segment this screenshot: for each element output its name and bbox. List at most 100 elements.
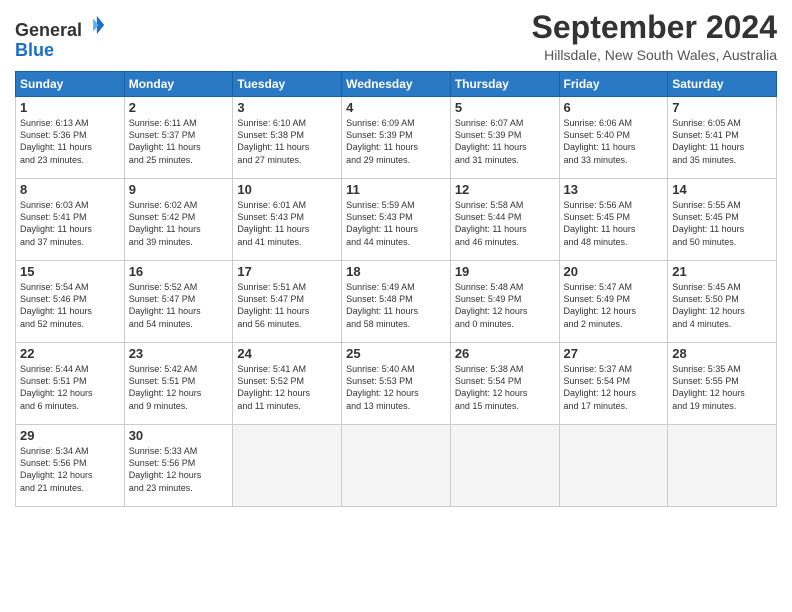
table-cell: 19 Sunrise: 5:48 AMSunset: 5:49 PMDayligh…: [450, 261, 559, 343]
table-cell: 27 Sunrise: 5:37 AMSunset: 5:54 PMDayligh…: [559, 343, 668, 425]
table-cell: 13 Sunrise: 5:56 AMSunset: 5:45 PMDayligh…: [559, 179, 668, 261]
table-row: 1 Sunrise: 6:13 AMSunset: 5:36 PMDaylight…: [16, 97, 777, 179]
day-number: 24: [237, 346, 337, 361]
cell-info: Sunrise: 5:42 AMSunset: 5:51 PMDaylight:…: [129, 364, 202, 410]
day-number: 23: [129, 346, 229, 361]
table-cell: 25Sunrise: 5:40 AMSunset: 5:53 PMDayligh…: [342, 343, 451, 425]
table-cell: 5Sunrise: 6:07 AMSunset: 5:39 PMDaylight…: [450, 97, 559, 179]
table-cell: 23 Sunrise: 5:42 AMSunset: 5:51 PMDayligh…: [124, 343, 233, 425]
day-number: 11: [346, 182, 446, 197]
cell-info: Sunrise: 5:34 AMSunset: 5:56 PMDaylight:…: [20, 446, 93, 492]
day-number: 29: [20, 428, 120, 443]
col-wednesday: Wednesday: [342, 72, 451, 97]
cell-info: Sunrise: 5:48 AMSunset: 5:49 PMDaylight:…: [455, 282, 528, 328]
cell-info: Sunrise: 5:47 AMSunset: 5:49 PMDaylight:…: [564, 282, 637, 328]
table-cell: 4 Sunrise: 6:09 AMSunset: 5:39 PMDaylight…: [342, 97, 451, 179]
day-number: 2: [129, 100, 229, 115]
col-saturday: Saturday: [668, 72, 777, 97]
table-cell: 12 Sunrise: 5:58 AMSunset: 5:44 PMDayligh…: [450, 179, 559, 261]
cell-info: Sunrise: 5:56 AMSunset: 5:45 PMDaylight:…: [564, 200, 636, 246]
cell-info: Sunrise: 5:37 AMSunset: 5:54 PMDaylight:…: [564, 364, 637, 410]
cell-info: Sunrise: 5:41 AMSunset: 5:52 PMDaylight:…: [237, 364, 310, 410]
table-cell: 8 Sunrise: 6:03 AMSunset: 5:41 PMDaylight…: [16, 179, 125, 261]
day-number: 6: [564, 100, 664, 115]
day-number: 3: [237, 100, 337, 115]
day-number: 16: [129, 264, 229, 279]
table-cell: 17Sunrise: 5:51 AMSunset: 5:47 PMDayligh…: [233, 261, 342, 343]
cell-info: Sunrise: 5:33 AMSunset: 5:56 PMDaylight:…: [129, 446, 202, 492]
cell-info: Sunrise: 6:05 AMSunset: 5:41 PMDaylight:…: [672, 118, 744, 164]
table-cell: 30 Sunrise: 5:33 AMSunset: 5:56 PMDayligh…: [124, 425, 233, 507]
day-number: 21: [672, 264, 772, 279]
day-number: 19: [455, 264, 555, 279]
day-number: 22: [20, 346, 120, 361]
table-cell: 3Sunrise: 6:10 AMSunset: 5:38 PMDaylight…: [233, 97, 342, 179]
table-row: 29 Sunrise: 5:34 AMSunset: 5:56 PMDayligh…: [16, 425, 777, 507]
day-number: 8: [20, 182, 120, 197]
day-number: 7: [672, 100, 772, 115]
day-number: 18: [346, 264, 446, 279]
table-cell: 20 Sunrise: 5:47 AMSunset: 5:49 PMDayligh…: [559, 261, 668, 343]
cell-info: Sunrise: 5:52 AMSunset: 5:47 PMDaylight:…: [129, 282, 201, 328]
day-number: 12: [455, 182, 555, 197]
table-cell: [559, 425, 668, 507]
table-cell: [668, 425, 777, 507]
table-cell: 11 Sunrise: 5:59 AMSunset: 5:43 PMDayligh…: [342, 179, 451, 261]
cell-info: Sunrise: 6:03 AMSunset: 5:41 PMDaylight:…: [20, 200, 92, 246]
table-cell: 14 Sunrise: 5:55 AMSunset: 5:45 PMDayligh…: [668, 179, 777, 261]
day-number: 30: [129, 428, 229, 443]
day-number: 13: [564, 182, 664, 197]
cell-info: Sunrise: 5:55 AMSunset: 5:45 PMDaylight:…: [672, 200, 744, 246]
cell-info: Sunrise: 5:54 AMSunset: 5:46 PMDaylight:…: [20, 282, 92, 328]
cell-info: Sunrise: 6:02 AMSunset: 5:42 PMDaylight:…: [129, 200, 201, 246]
header: General Blue September 2024 Hillsdale, N…: [15, 10, 777, 63]
day-number: 10: [237, 182, 337, 197]
col-thursday: Thursday: [450, 72, 559, 97]
cell-info: Sunrise: 6:09 AMSunset: 5:39 PMDaylight:…: [346, 118, 418, 164]
table-cell: 28 Sunrise: 5:35 AMSunset: 5:55 PMDayligh…: [668, 343, 777, 425]
table-cell: 22 Sunrise: 5:44 AMSunset: 5:51 PMDayligh…: [16, 343, 125, 425]
day-number: 17: [237, 264, 337, 279]
day-number: 15: [20, 264, 120, 279]
logo-icon: [84, 14, 106, 36]
calendar-header-row: Sunday Monday Tuesday Wednesday Thursday…: [16, 72, 777, 97]
table-cell: 15 Sunrise: 5:54 AMSunset: 5:46 PMDayligh…: [16, 261, 125, 343]
table-cell: 10Sunrise: 6:01 AMSunset: 5:43 PMDayligh…: [233, 179, 342, 261]
cell-info: Sunrise: 5:44 AMSunset: 5:51 PMDaylight:…: [20, 364, 93, 410]
col-friday: Friday: [559, 72, 668, 97]
table-cell: 9 Sunrise: 6:02 AMSunset: 5:42 PMDaylight…: [124, 179, 233, 261]
table-cell: 24 Sunrise: 5:41 AMSunset: 5:52 PMDayligh…: [233, 343, 342, 425]
day-number: 14: [672, 182, 772, 197]
day-number: 1: [20, 100, 120, 115]
cell-info: Sunrise: 6:11 AMSunset: 5:37 PMDaylight:…: [129, 118, 201, 164]
cell-info: Sunrise: 5:35 AMSunset: 5:55 PMDaylight:…: [672, 364, 745, 410]
cell-info: Sunrise: 5:49 AMSunset: 5:48 PMDaylight:…: [346, 282, 418, 328]
cell-info: Sunrise: 6:06 AMSunset: 5:40 PMDaylight:…: [564, 118, 636, 164]
table-row: 15 Sunrise: 5:54 AMSunset: 5:46 PMDayligh…: [16, 261, 777, 343]
table-cell: 2 Sunrise: 6:11 AMSunset: 5:37 PMDaylight…: [124, 97, 233, 179]
table-cell: 16 Sunrise: 5:52 AMSunset: 5:47 PMDayligh…: [124, 261, 233, 343]
table-cell: 26Sunrise: 5:38 AMSunset: 5:54 PMDayligh…: [450, 343, 559, 425]
location: Hillsdale, New South Wales, Australia: [532, 47, 777, 63]
col-monday: Monday: [124, 72, 233, 97]
cell-info: Sunrise: 5:40 AMSunset: 5:53 PMDaylight:…: [346, 364, 419, 410]
table-cell: 18 Sunrise: 5:49 AMSunset: 5:48 PMDayligh…: [342, 261, 451, 343]
table-cell: [342, 425, 451, 507]
day-number: 27: [564, 346, 664, 361]
logo-blue: Blue: [15, 40, 54, 60]
table-cell: 21Sunrise: 5:45 AMSunset: 5:50 PMDayligh…: [668, 261, 777, 343]
page: General Blue September 2024 Hillsdale, N…: [0, 0, 792, 612]
cell-info: Sunrise: 6:13 AMSunset: 5:36 PMDaylight:…: [20, 118, 92, 164]
cell-info: Sunrise: 5:59 AMSunset: 5:43 PMDaylight:…: [346, 200, 418, 246]
col-sunday: Sunday: [16, 72, 125, 97]
day-number: 9: [129, 182, 229, 197]
day-number: 28: [672, 346, 772, 361]
col-tuesday: Tuesday: [233, 72, 342, 97]
table-cell: 7 Sunrise: 6:05 AMSunset: 5:41 PMDaylight…: [668, 97, 777, 179]
cell-info: Sunrise: 5:58 AMSunset: 5:44 PMDaylight:…: [455, 200, 527, 246]
table-row: 8 Sunrise: 6:03 AMSunset: 5:41 PMDaylight…: [16, 179, 777, 261]
day-number: 4: [346, 100, 446, 115]
day-number: 20: [564, 264, 664, 279]
table-cell: [233, 425, 342, 507]
calendar: Sunday Monday Tuesday Wednesday Thursday…: [15, 71, 777, 507]
